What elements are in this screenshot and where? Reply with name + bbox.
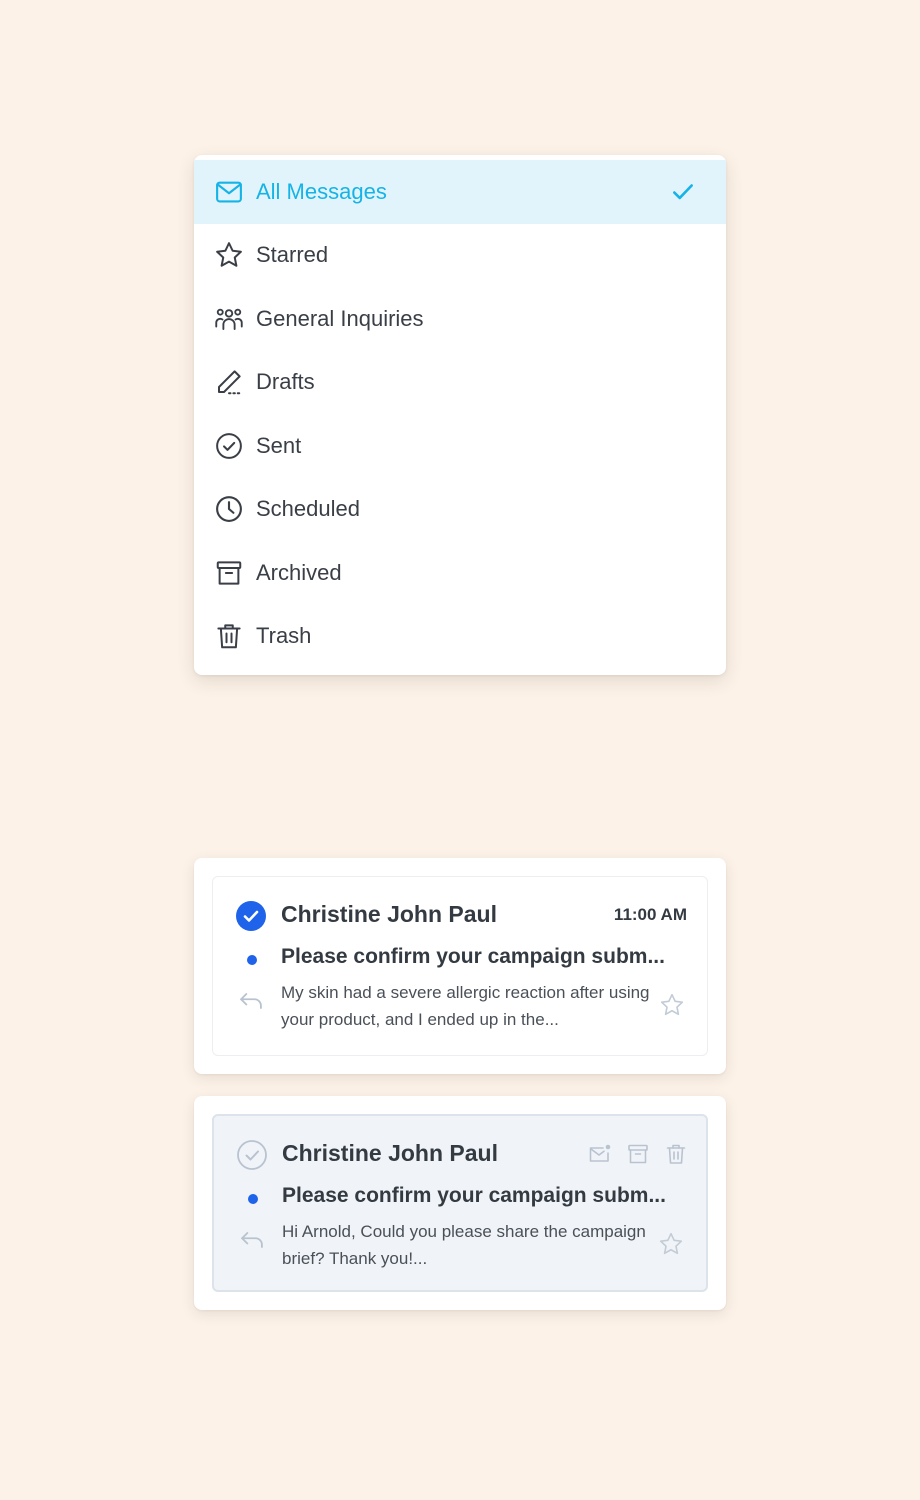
menu-item-starred[interactable]: Starred: [194, 224, 726, 288]
menu-item-drafts[interactable]: Drafts: [194, 351, 726, 415]
menu-item-label: Archived: [256, 559, 342, 585]
menu-item-label: Scheduled: [256, 496, 360, 522]
mail-icon: [214, 177, 244, 207]
menu-item-sent[interactable]: Sent: [194, 414, 726, 478]
message-subject: Please confirm your campaign subm...: [281, 945, 665, 968]
reply-icon: [237, 987, 265, 1015]
message-time: 11:00 AM: [613, 905, 687, 924]
clock-icon: [214, 494, 244, 524]
message-item[interactable]: Christine John Paul 11:00 AM Please conf…: [212, 876, 708, 1056]
folder-menu: All Messages Starred General Inquiries D…: [194, 155, 726, 675]
mark-unread-icon[interactable]: [588, 1142, 612, 1166]
trash-icon[interactable]: [664, 1142, 688, 1166]
pencil-icon: [214, 367, 244, 397]
menu-item-label: General Inquiries: [256, 305, 424, 331]
message-preview: Hi Arnold, Could you please share the ca…: [282, 1222, 646, 1268]
menu-item-label: Sent: [256, 432, 302, 458]
menu-item-general-inquiries[interactable]: General Inquiries: [194, 287, 726, 351]
star-icon[interactable]: [659, 992, 685, 1018]
message-actions: [588, 1142, 688, 1166]
check-circle-icon: [214, 431, 244, 461]
group-icon: [214, 304, 244, 334]
unread-dot: [248, 1194, 258, 1204]
message-card-selected: Christine John Paul 11:00 AM Please conf…: [194, 858, 726, 1074]
unselected-checkbox-icon[interactable]: [236, 1139, 268, 1171]
checkmark-icon: [670, 179, 696, 205]
archive-icon: [214, 558, 244, 588]
menu-item-label: Drafts: [256, 369, 315, 395]
menu-item-scheduled[interactable]: Scheduled: [194, 478, 726, 542]
menu-item-all-messages[interactable]: All Messages: [194, 160, 726, 224]
menu-item-label: All Messages: [256, 178, 387, 204]
unread-dot: [247, 955, 257, 965]
star-icon[interactable]: [658, 1231, 684, 1257]
selected-checkbox-icon[interactable]: [235, 900, 267, 932]
archive-icon[interactable]: [626, 1142, 650, 1166]
menu-item-label: Starred: [256, 242, 329, 268]
message-preview: My skin had a severe allergic reaction a…: [281, 983, 650, 1029]
trash-icon: [214, 621, 244, 651]
reply-icon: [238, 1226, 266, 1254]
menu-item-archived[interactable]: Archived: [194, 541, 726, 605]
menu-item-label: Trash: [256, 623, 312, 649]
message-sender: Christine John Paul: [282, 1140, 498, 1166]
message-card-hover: Christine John Paul Please confirm your …: [194, 1096, 726, 1310]
star-icon: [214, 240, 244, 270]
message-sender: Christine John Paul: [281, 901, 497, 927]
menu-item-trash[interactable]: Trash: [194, 605, 726, 669]
message-item[interactable]: Christine John Paul Please confirm your …: [212, 1114, 708, 1292]
message-subject: Please confirm your campaign subm...: [282, 1184, 666, 1207]
